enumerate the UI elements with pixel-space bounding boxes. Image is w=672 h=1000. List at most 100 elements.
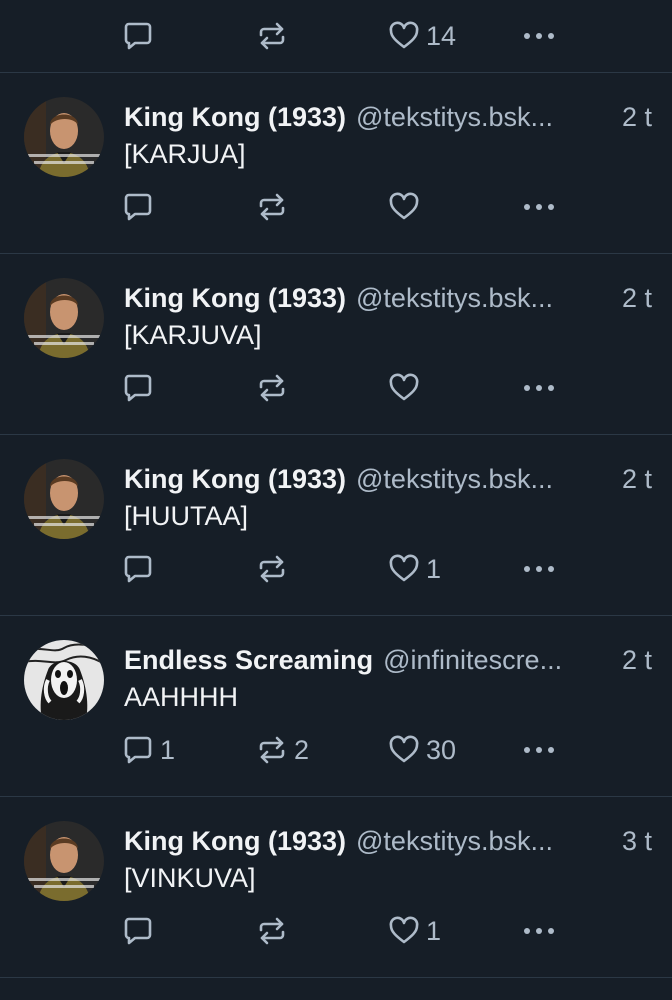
user-handle[interactable]: @tekstitys.bsk... (356, 283, 614, 314)
user-handle[interactable]: @tekstitys.bsk... (356, 102, 614, 133)
post-item[interactable]: King Kong (1933) @tekstitys.bsk... 2 t [… (0, 254, 672, 434)
repost-icon (256, 915, 288, 947)
repost-button[interactable] (256, 549, 294, 589)
avatar[interactable] (24, 821, 104, 901)
post-text: [KARJUA] (124, 139, 246, 169)
post-text: [HUUTAA] (124, 501, 249, 531)
more-options-button[interactable] (522, 730, 556, 770)
timestamp[interactable]: 2 t (622, 464, 652, 495)
more-dots-icon (522, 20, 556, 52)
post-item[interactable]: King Kong (1933) @tekstitys.bsk... 2 t [… (0, 435, 672, 615)
more-dots-icon (522, 191, 556, 223)
scream-avatar-icon (24, 640, 104, 720)
repost-button[interactable] (256, 187, 294, 227)
like-count: 14 (426, 20, 457, 51)
repost-button[interactable] (256, 16, 294, 56)
heart-icon (388, 734, 420, 766)
post-text: AAHHHH (124, 682, 239, 712)
post-header: Endless Screaming @infinitescre... 2 t (124, 640, 652, 680)
avatar[interactable] (24, 97, 104, 177)
display-name[interactable]: King Kong (1933) (124, 102, 346, 133)
reply-icon (122, 734, 154, 766)
feed: 14 King Kong (1933) @tekstitys.bsk... 2 … (0, 0, 672, 978)
heart-icon (388, 372, 420, 404)
post-action-bar: 1 (0, 549, 672, 589)
more-dots-icon (522, 553, 556, 585)
more-options-button[interactable] (522, 16, 556, 56)
post-action-bar: 1 2 30 (0, 730, 672, 770)
avatar[interactable] (24, 640, 104, 720)
like-count: 1 (426, 553, 442, 584)
divider (0, 977, 672, 978)
avatar[interactable] (24, 278, 104, 358)
kirk-avatar-icon (24, 97, 104, 177)
like-button[interactable]: 1 (388, 549, 441, 589)
kirk-avatar-icon (24, 821, 104, 901)
timestamp[interactable]: 2 t (622, 283, 652, 314)
repost-icon (256, 372, 288, 404)
post-text: [KARJUVA] (124, 320, 262, 350)
like-button[interactable]: 14 (388, 16, 456, 56)
repost-button[interactable]: 2 (256, 730, 309, 770)
reply-button[interactable] (122, 187, 160, 227)
post-header: King Kong (1933) @tekstitys.bsk... 2 t (124, 278, 652, 318)
user-handle[interactable]: @tekstitys.bsk... (356, 464, 614, 495)
reply-button[interactable] (122, 911, 160, 951)
reply-button[interactable] (122, 549, 160, 589)
kirk-avatar-icon (24, 459, 104, 539)
user-handle[interactable]: @tekstitys.bsk... (356, 826, 614, 857)
user-handle[interactable]: @infinitescre... (383, 645, 614, 676)
like-count: 1 (426, 915, 442, 946)
reply-icon (122, 372, 154, 404)
display-name[interactable]: King Kong (1933) (124, 826, 346, 857)
timestamp[interactable]: 3 t (622, 826, 652, 857)
post-item[interactable]: King Kong (1933) @tekstitys.bsk... 3 t [… (0, 797, 672, 977)
post-action-bar (0, 368, 672, 408)
more-options-button[interactable] (522, 911, 556, 951)
more-options-button[interactable] (522, 187, 556, 227)
reply-button[interactable] (122, 368, 160, 408)
more-options-button[interactable] (522, 549, 556, 589)
heart-icon (388, 20, 420, 52)
like-button[interactable]: 30 (388, 730, 456, 770)
post-header: King Kong (1933) @tekstitys.bsk... 3 t (124, 821, 652, 861)
more-dots-icon (522, 372, 556, 404)
reply-count: 1 (160, 734, 176, 765)
like-button[interactable]: 1 (388, 911, 441, 951)
repost-icon (256, 734, 288, 766)
reply-icon (122, 553, 154, 585)
timestamp[interactable]: 2 t (622, 102, 652, 133)
heart-icon (388, 915, 420, 947)
heart-icon (388, 553, 420, 585)
post-action-bar: 14 (0, 0, 672, 72)
post-text: [VINKUVA] (124, 863, 256, 893)
reply-icon (122, 191, 154, 223)
display-name[interactable]: Endless Screaming (124, 645, 373, 676)
post-item[interactable]: King Kong (1933) @tekstitys.bsk... 2 t [… (0, 73, 672, 253)
avatar[interactable] (24, 459, 104, 539)
display-name[interactable]: King Kong (1933) (124, 283, 346, 314)
more-dots-icon (522, 915, 556, 947)
kirk-avatar-icon (24, 278, 104, 358)
like-button[interactable] (388, 368, 426, 408)
repost-button[interactable] (256, 911, 294, 951)
reply-icon (122, 915, 154, 947)
post-action-bar (0, 187, 672, 227)
reply-icon (122, 20, 154, 52)
repost-count: 2 (294, 734, 310, 765)
repost-button[interactable] (256, 368, 294, 408)
post-header: King Kong (1933) @tekstitys.bsk... 2 t (124, 97, 652, 137)
post-item[interactable]: Endless Screaming @infinitescre... 2 t A… (0, 616, 672, 796)
reply-button[interactable]: 1 (122, 730, 175, 770)
like-button[interactable] (388, 187, 426, 227)
more-dots-icon (522, 734, 556, 766)
heart-icon (388, 191, 420, 223)
repost-icon (256, 553, 288, 585)
display-name[interactable]: King Kong (1933) (124, 464, 346, 495)
repost-icon (256, 191, 288, 223)
repost-icon (256, 20, 288, 52)
reply-button[interactable] (122, 16, 160, 56)
post-action-bar: 1 (0, 911, 672, 951)
timestamp[interactable]: 2 t (622, 645, 652, 676)
more-options-button[interactable] (522, 368, 556, 408)
